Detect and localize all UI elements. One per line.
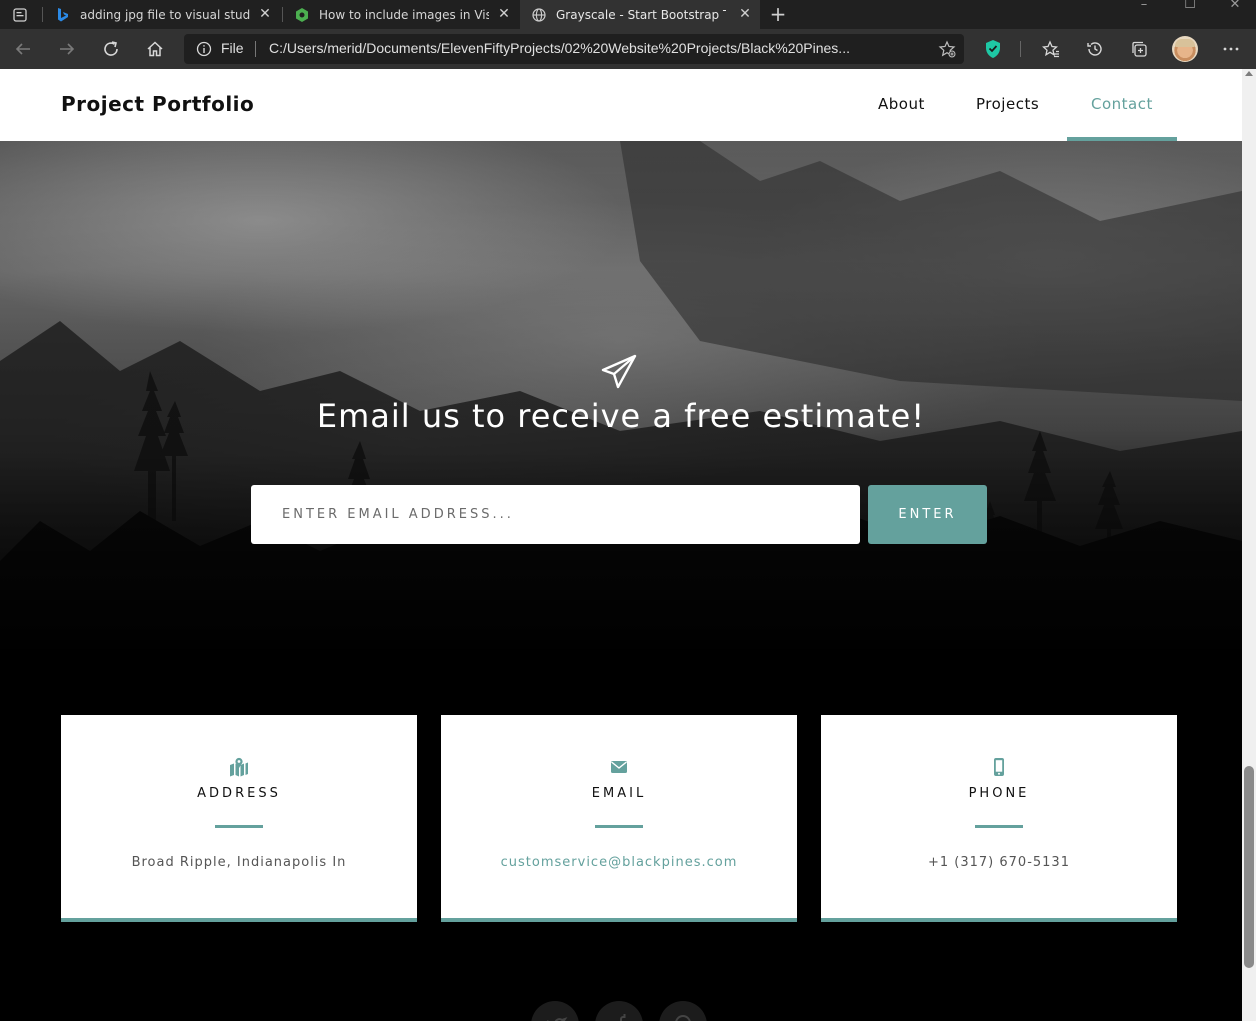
refresh-icon bbox=[104, 41, 118, 56]
browser-tab-bar: adding jpg file to visual studio co ✕ Ho… bbox=[0, 0, 1256, 29]
forward-button[interactable] bbox=[55, 37, 79, 61]
close-tab-icon[interactable]: ✕ bbox=[258, 7, 272, 21]
email-input[interactable] bbox=[251, 485, 860, 544]
site-icon bbox=[295, 7, 309, 22]
page-scrollbar[interactable] bbox=[1242, 69, 1256, 1021]
settings-menu-button[interactable] bbox=[1219, 37, 1243, 61]
email-link[interactable]: customservice@blackpines.com bbox=[441, 855, 797, 870]
url-scheme-label: File bbox=[221, 40, 244, 56]
refresh-button[interactable] bbox=[99, 37, 123, 61]
url-text[interactable]: C:/Users/merid/Documents/ElevenFiftyProj… bbox=[269, 40, 914, 56]
card-title: PHONE bbox=[968, 786, 1030, 801]
home-icon bbox=[147, 41, 163, 57]
card-divider bbox=[595, 825, 643, 828]
browser-tab-active[interactable]: Grayscale - Start Bootstrap Them ✕ bbox=[520, 0, 760, 29]
page-viewport: Email us to receive a free estimate! ENT… bbox=[0, 69, 1242, 1021]
tab-title: How to include images in Visual bbox=[319, 7, 489, 22]
active-nav-indicator bbox=[1067, 137, 1177, 141]
favorites-button[interactable] bbox=[1039, 37, 1063, 61]
scroll-up-arrow-icon[interactable] bbox=[1245, 71, 1253, 76]
brand-logo[interactable]: Project Portfolio bbox=[61, 92, 254, 116]
close-window-icon[interactable]: ✕ bbox=[1215, 0, 1255, 12]
back-button[interactable] bbox=[11, 37, 35, 61]
signup-heading: Email us to receive a free estimate! bbox=[316, 397, 926, 435]
home-button[interactable] bbox=[143, 37, 167, 61]
nav-link-projects[interactable]: Projects bbox=[976, 95, 1039, 113]
site-navbar: Project Portfolio About Projects Contact bbox=[0, 69, 1242, 141]
twitter-button[interactable] bbox=[531, 1001, 579, 1021]
add-favorite-icon[interactable] bbox=[938, 40, 956, 58]
enter-button[interactable]: ENTER bbox=[868, 485, 987, 544]
collections-icon bbox=[1132, 41, 1147, 57]
tab-actions-icon bbox=[13, 7, 27, 22]
info-icon[interactable] bbox=[196, 41, 212, 57]
phone-text: +1 (317) 670-5131 bbox=[928, 855, 1070, 870]
maximize-icon[interactable]: ☐ bbox=[1170, 0, 1210, 12]
history-button[interactable] bbox=[1083, 37, 1107, 61]
globe-icon bbox=[532, 7, 546, 22]
envelope-icon bbox=[611, 761, 627, 773]
nav-link-contact[interactable]: Contact bbox=[1091, 95, 1153, 113]
tab-actions-button[interactable] bbox=[0, 0, 40, 29]
minimize-icon[interactable]: – bbox=[1124, 0, 1164, 12]
url-separator bbox=[255, 41, 256, 57]
collections-button[interactable] bbox=[1127, 37, 1151, 61]
card-title: ADDRESS bbox=[197, 786, 281, 801]
signup-section: Email us to receive a free estimate! ENT… bbox=[0, 141, 1242, 661]
paper-plane-icon bbox=[601, 354, 637, 389]
forward-arrow-icon bbox=[60, 43, 75, 55]
email-card: EMAIL customservice@blackpines.com bbox=[441, 715, 797, 922]
back-arrow-icon bbox=[15, 43, 30, 55]
bing-icon bbox=[56, 7, 70, 22]
close-tab-icon[interactable]: ✕ bbox=[738, 7, 752, 21]
favorites-star-icon bbox=[1042, 40, 1059, 58]
address-bar[interactable]: File C:/Users/merid/Documents/ElevenFift… bbox=[184, 34, 964, 64]
browser-tab[interactable]: How to include images in Visual ✕ bbox=[283, 0, 519, 29]
card-title: EMAIL bbox=[591, 786, 647, 801]
toolbar-separator bbox=[1020, 41, 1021, 57]
github-button[interactable] bbox=[659, 1001, 707, 1021]
browser-toolbar: File C:/Users/merid/Documents/ElevenFift… bbox=[0, 29, 1256, 69]
profile-avatar[interactable] bbox=[1172, 36, 1198, 62]
twitter-icon bbox=[547, 1017, 568, 1021]
scrollbar-thumb[interactable] bbox=[1244, 766, 1254, 968]
card-divider bbox=[975, 825, 1023, 828]
browser-tab[interactable]: adding jpg file to visual studio co ✕ bbox=[44, 0, 280, 29]
phone-card: PHONE +1 (317) 670-5131 bbox=[821, 715, 1177, 922]
mobile-phone-icon bbox=[994, 758, 1004, 776]
tab-title: Grayscale - Start Bootstrap Them bbox=[556, 7, 726, 22]
facebook-button[interactable] bbox=[595, 1001, 643, 1021]
shield-check-icon bbox=[986, 40, 1000, 58]
history-icon bbox=[1087, 42, 1102, 56]
github-icon bbox=[675, 1015, 691, 1021]
address-text: Broad Ripple, Indianapolis In bbox=[131, 855, 347, 870]
address-card: ADDRESS Broad Ripple, Indianapolis In bbox=[61, 715, 417, 922]
new-tab-button[interactable]: + bbox=[766, 3, 790, 25]
card-divider bbox=[215, 825, 263, 828]
facebook-icon bbox=[620, 1014, 626, 1021]
map-marked-icon bbox=[230, 757, 248, 777]
more-options-icon bbox=[1223, 47, 1239, 51]
close-tab-icon[interactable]: ✕ bbox=[497, 7, 511, 21]
nav-link-about[interactable]: About bbox=[878, 95, 925, 113]
extension-button[interactable] bbox=[981, 37, 1005, 61]
tab-title: adding jpg file to visual studio co bbox=[80, 7, 250, 22]
tab-separator bbox=[42, 7, 43, 22]
